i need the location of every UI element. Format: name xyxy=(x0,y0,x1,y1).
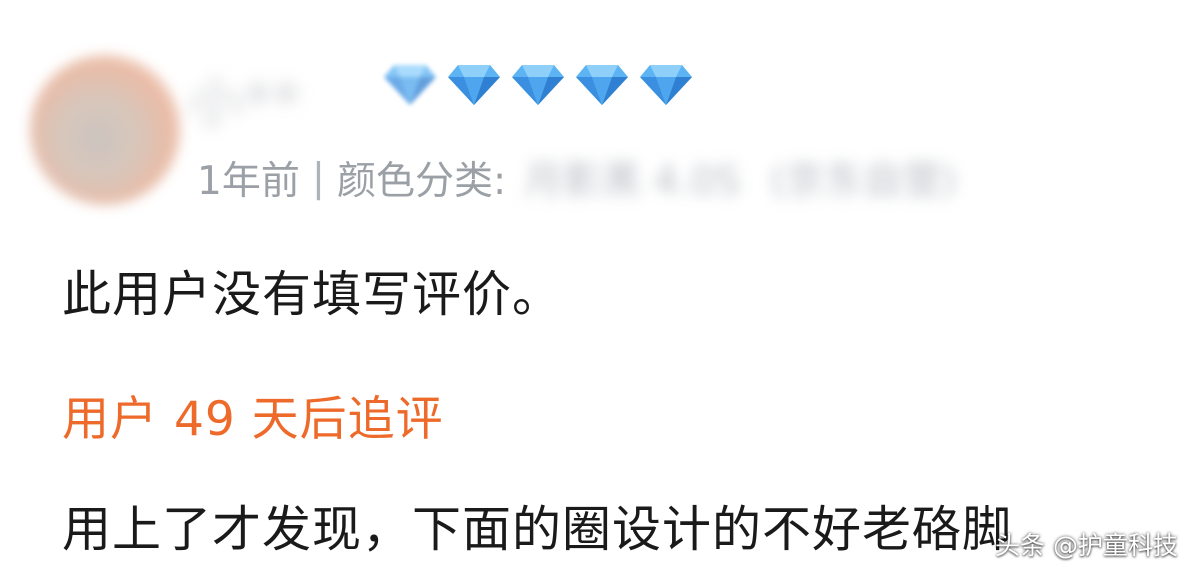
meta-separator: | xyxy=(311,155,325,201)
followup-text: 用上了才发现，下面的圈设计的不好老硌脚 xyxy=(62,501,1013,558)
review-time: 1年前 xyxy=(197,159,300,204)
review-text: 此用户没有填写评价。 xyxy=(62,266,563,323)
watermark: 头条 @护童科技 xyxy=(995,531,1178,560)
diamond-icon xyxy=(512,65,564,105)
variant-extra: (京东自营) xyxy=(770,159,957,204)
diamond-icon xyxy=(448,65,500,105)
variant-name: 月影黑 4.0S xyxy=(524,159,741,204)
product-variant: 月影黑 4.0S (京东自营) xyxy=(524,150,957,206)
username[interactable]: 小** xyxy=(188,58,302,137)
diamond-icon xyxy=(384,65,436,105)
review-meta: 1年前 | 颜色分类: 月影黑 4.0S (京东自营) xyxy=(197,148,957,208)
user-level-diamonds xyxy=(382,55,694,111)
diamond-icon xyxy=(640,65,692,105)
color-label: 颜色分类: xyxy=(336,159,507,204)
user-avatar[interactable] xyxy=(30,55,180,205)
followup-title: 用户 49 天后追评 xyxy=(62,392,444,447)
diamond-icon xyxy=(576,65,628,105)
